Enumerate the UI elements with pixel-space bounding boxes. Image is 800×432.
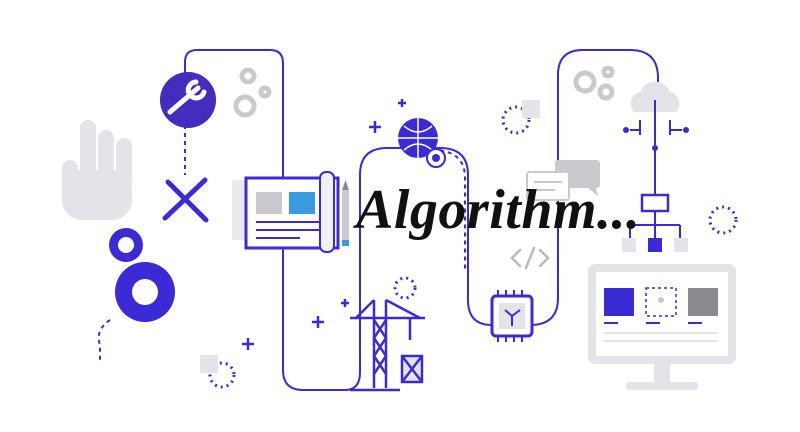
- gears-icon: [233, 67, 272, 118]
- wrench-badge-icon: [160, 72, 216, 128]
- pencil-icon: [342, 180, 349, 246]
- blueprint-icon: [232, 171, 340, 253]
- hand-icon: [62, 120, 132, 220]
- monitor-icon: [588, 264, 736, 390]
- gears-icon: [109, 228, 175, 322]
- crane-icon: [350, 298, 425, 392]
- chip-icon: [490, 290, 534, 342]
- tools-icon: [162, 177, 209, 223]
- illustration-canvas: Algorithm...: [0, 0, 800, 432]
- cloud-network-icon: [623, 81, 689, 151]
- gears-icon: [573, 65, 615, 101]
- code-tag-icon: [510, 246, 550, 270]
- headline-text: Algorithm...: [356, 179, 641, 241]
- globe-icon: [398, 118, 446, 168]
